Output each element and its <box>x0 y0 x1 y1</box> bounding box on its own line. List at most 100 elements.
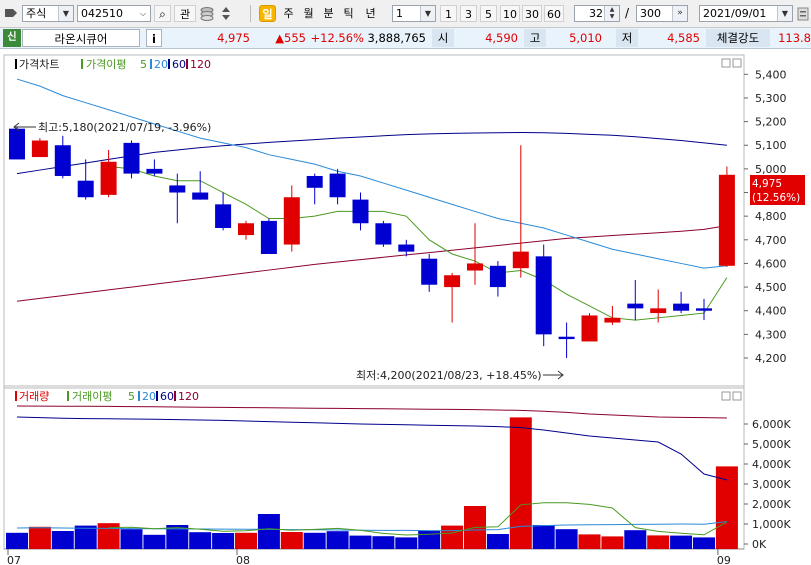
interval-3-button[interactable]: 3 <box>460 5 477 22</box>
max-price-text: 최고:5,180(2021/07/19, -3.96%) <box>38 121 211 134</box>
chevron-down-icon: ⌵ <box>136 6 150 21</box>
trade-volume: 3,888,765 <box>367 31 426 45</box>
stock-info-button[interactable]: i <box>146 29 162 47</box>
candle-body <box>558 336 575 340</box>
candle-body <box>718 174 735 266</box>
interval-5-button[interactable]: 5 <box>480 5 497 22</box>
price-legend-ma: 가격이평 <box>86 58 126 71</box>
volume-bar <box>303 532 326 549</box>
credit-badge: 신 <box>3 29 21 47</box>
chevron-down-icon: ▼ <box>420 6 435 21</box>
volume-legend: 거래량 거래이평 5 20 60 120 <box>15 390 199 403</box>
volume-bar <box>349 535 372 549</box>
volume-legend-ma: 거래이평 <box>72 390 112 403</box>
volume-bar <box>395 537 418 549</box>
candle-body <box>77 180 94 198</box>
x-axis-label: 09 <box>717 554 731 565</box>
volume-bar <box>532 525 555 549</box>
period-month-button[interactable]: 월 <box>300 5 317 22</box>
quote-bar: 신 라온시큐어 i 4,975 ▲555 +12.56% 3,888,765 시… <box>0 28 811 49</box>
candle-body <box>375 223 392 245</box>
candle-body <box>627 303 644 309</box>
max-price-annotation: 최고:5,180(2021/07/19, -3.96%) <box>13 121 211 134</box>
x-axis-label: 07 <box>7 554 21 565</box>
toolbar: 주식 ▼ 042510 ⌵ ⌕ 관 일 주 월 분 틱 년 1 ▼ 1 3 5 … <box>0 0 811 28</box>
last-price-tag: 4,975 (12.56%) <box>750 175 805 205</box>
candle-body <box>306 175 323 188</box>
interval-1-button[interactable]: 1 <box>440 5 457 22</box>
stack-icon[interactable] <box>199 6 215 22</box>
stock-code-value: 042510 <box>81 7 123 20</box>
spin-updown-icon[interactable]: ▲ ▼ <box>604 6 619 21</box>
x-axis-label: 08 <box>236 554 250 565</box>
period-minute-button[interactable]: 분 <box>320 5 337 22</box>
chevron-down-icon: ▼ <box>58 6 73 21</box>
market-select[interactable]: 주식 ▼ <box>22 5 74 22</box>
volume-bar <box>601 536 624 549</box>
candle-body <box>421 258 438 285</box>
volume-bar <box>28 526 51 549</box>
chevron-down-icon: ▼ <box>777 6 792 21</box>
price-change-percent: +12.56% <box>310 31 365 45</box>
candle-body <box>650 308 667 314</box>
price-legend-ma60: 60 <box>172 58 186 71</box>
search-button[interactable]: ⌕ <box>154 5 171 22</box>
candle-body <box>123 142 140 174</box>
date-picker[interactable]: 2021/09/01 ▼ <box>699 5 793 22</box>
watchlist-button[interactable]: 관 <box>174 5 196 22</box>
candle-body <box>329 173 346 198</box>
settings-icon[interactable] <box>797 6 809 22</box>
candle-body <box>169 185 186 193</box>
min-price-text: 최저:4,200(2021/08/23, +18.45%) <box>356 369 542 382</box>
volume-bar <box>509 417 532 549</box>
last-price-value: 4,975 <box>752 178 782 190</box>
volume-legend-ma60: 60 <box>160 390 174 403</box>
toolbar-divider <box>250 5 251 22</box>
period-year-button[interactable]: 년 <box>362 5 379 22</box>
interval-60-button[interactable]: 60 <box>544 5 564 22</box>
volume-bar <box>693 537 715 549</box>
high-price: 5,010 <box>569 31 602 45</box>
volume-bar <box>257 514 280 549</box>
open-label: 시 <box>432 29 454 47</box>
stock-chart[interactable]: 가격차트 가격이평 5 20 60 120 거래량 거래이평 5 20 60 1… <box>0 52 811 565</box>
candle-body <box>398 244 415 252</box>
high-label: 고 <box>524 29 546 47</box>
current-price: 4,975 <box>217 31 250 45</box>
volume-axis-label: 0K <box>752 538 767 551</box>
interval-select[interactable]: 1 ▼ <box>392 5 436 22</box>
volume-bar <box>326 531 349 549</box>
menu-icon[interactable] <box>5 7 17 19</box>
bar-total-input[interactable]: 300 » <box>636 5 688 22</box>
period-tick-button[interactable]: 틱 <box>340 5 357 22</box>
count-separator: / <box>625 6 630 20</box>
volume-bar <box>189 532 212 549</box>
interval-30-button[interactable]: 30 <box>522 5 542 22</box>
candle-body <box>696 308 712 311</box>
volume-bar <box>624 530 647 549</box>
volume-bar <box>51 531 74 549</box>
price-axis-label: 5,000 <box>755 163 787 176</box>
date-value: 2021/09/01 <box>703 7 767 20</box>
spin-updown-icon[interactable] <box>220 5 232 22</box>
candle-body <box>100 161 117 195</box>
candle-body <box>9 128 25 160</box>
volume-legend-ma5: 5 <box>128 390 135 403</box>
bar-count-input[interactable]: 32 ▲ ▼ <box>574 5 620 22</box>
candle-body <box>352 199 369 224</box>
stock-name: 라온시큐어 <box>22 29 140 47</box>
stock-code-input[interactable]: 042510 ⌵ <box>77 5 151 22</box>
period-day-button[interactable]: 일 <box>259 5 276 22</box>
price-axis-label: 5,200 <box>755 116 787 129</box>
volume-axis-label: 5,000K <box>752 438 791 451</box>
interval-10-button[interactable]: 10 <box>500 5 520 22</box>
market-select-value: 주식 <box>26 7 47 20</box>
price-legend-ma5: 5 <box>140 58 147 71</box>
volume-bar <box>715 466 738 549</box>
candle-body <box>238 223 254 236</box>
strength-value: 113.8 <box>778 31 811 45</box>
low-price: 4,585 <box>667 31 700 45</box>
period-week-button[interactable]: 주 <box>280 5 297 22</box>
candle-body <box>54 145 71 176</box>
volume-bar <box>647 535 670 549</box>
